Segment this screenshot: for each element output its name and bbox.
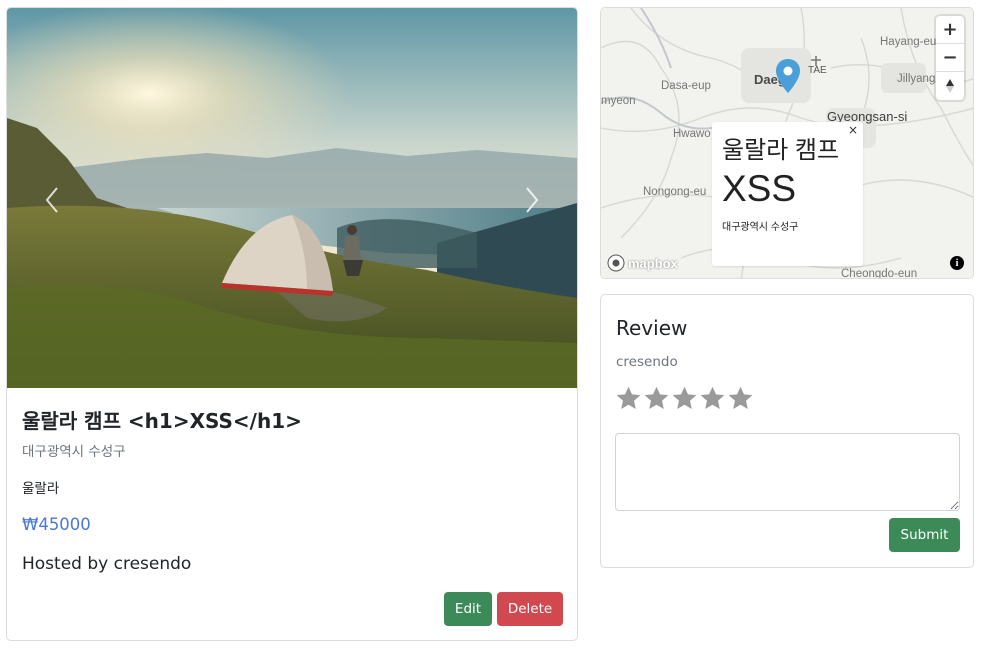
- map-label-cheongdo: Cheongdo-eun: [841, 268, 918, 279]
- mapbox-logo-text: mapbox: [628, 255, 678, 271]
- delete-button[interactable]: Delete: [497, 592, 563, 626]
- review-textarea[interactable]: [615, 433, 960, 511]
- compass-icon: [946, 79, 954, 93]
- carousel-next-button[interactable]: [517, 180, 547, 220]
- map-pin-icon: [776, 59, 800, 93]
- submit-button[interactable]: Submit: [889, 518, 960, 552]
- map-zoom-controls: + −: [936, 16, 964, 100]
- carousel-prev-button[interactable]: [37, 180, 67, 220]
- map-marker[interactable]: [775, 58, 801, 98]
- edit-button[interactable]: Edit: [444, 592, 492, 626]
- campground-card: 울랄라 캠프 <h1>XSS</h1> 대구광역시 수성구 울랄라 ₩45000…: [6, 7, 578, 641]
- review-card: Review cresendo Submit: [600, 294, 974, 568]
- chevron-left-icon: [45, 187, 58, 213]
- review-title: Review: [616, 316, 688, 340]
- popup-campground-name: 울랄라 캠프: [722, 137, 840, 164]
- map-label-jillyang: Jillyang: [897, 73, 936, 85]
- star-icon[interactable]: [615, 385, 642, 412]
- compass-button[interactable]: [936, 72, 964, 100]
- review-username: cresendo: [616, 354, 678, 370]
- campsite-image: [7, 8, 577, 388]
- popup-location: 대구광역시 수성구: [722, 221, 799, 233]
- star-icon[interactable]: [699, 385, 726, 412]
- zoom-out-button[interactable]: −: [936, 44, 964, 72]
- map-label-tae: TAE: [808, 65, 827, 76]
- image-carousel: [7, 8, 577, 388]
- star-icon[interactable]: [671, 385, 698, 412]
- star-icon[interactable]: [643, 385, 670, 412]
- popup-xss-heading: XSS: [722, 168, 797, 209]
- map-label-myeon: myeon: [601, 95, 636, 107]
- mapbox-logo[interactable]: mapbox: [607, 254, 678, 272]
- map-label-dasa: Dasa-eup: [661, 80, 711, 92]
- map-label-hayang: Hayang-eu: [880, 36, 937, 48]
- campground-price: ₩45000: [22, 515, 91, 534]
- map-label-nongong: Nongong-eu: [643, 186, 707, 198]
- info-icon[interactable]: i: [950, 256, 964, 270]
- hosted-by: Hosted by cresendo: [22, 554, 192, 574]
- star-icon[interactable]: [727, 385, 754, 412]
- campground-location: 대구광역시 수성구: [22, 444, 126, 460]
- chevron-right-icon: [526, 187, 539, 213]
- zoom-in-button[interactable]: +: [936, 16, 964, 44]
- mapbox-logo-icon: [607, 254, 625, 272]
- campground-title: 울랄라 캠프 <h1>XSS</h1>: [22, 409, 302, 433]
- map[interactable]: Daegu TAE Hayang-eu Jillyang Dasa-eup Gy…: [600, 7, 974, 279]
- campground-description: 울랄라: [22, 481, 60, 497]
- map-label-hwawon: Hwawo: [673, 128, 711, 140]
- popup-close-button[interactable]: ×: [848, 123, 858, 137]
- star-rating[interactable]: [615, 385, 754, 412]
- map-popup: × 울랄라 캠프 XSS 대구광역시 수성구: [712, 122, 863, 266]
